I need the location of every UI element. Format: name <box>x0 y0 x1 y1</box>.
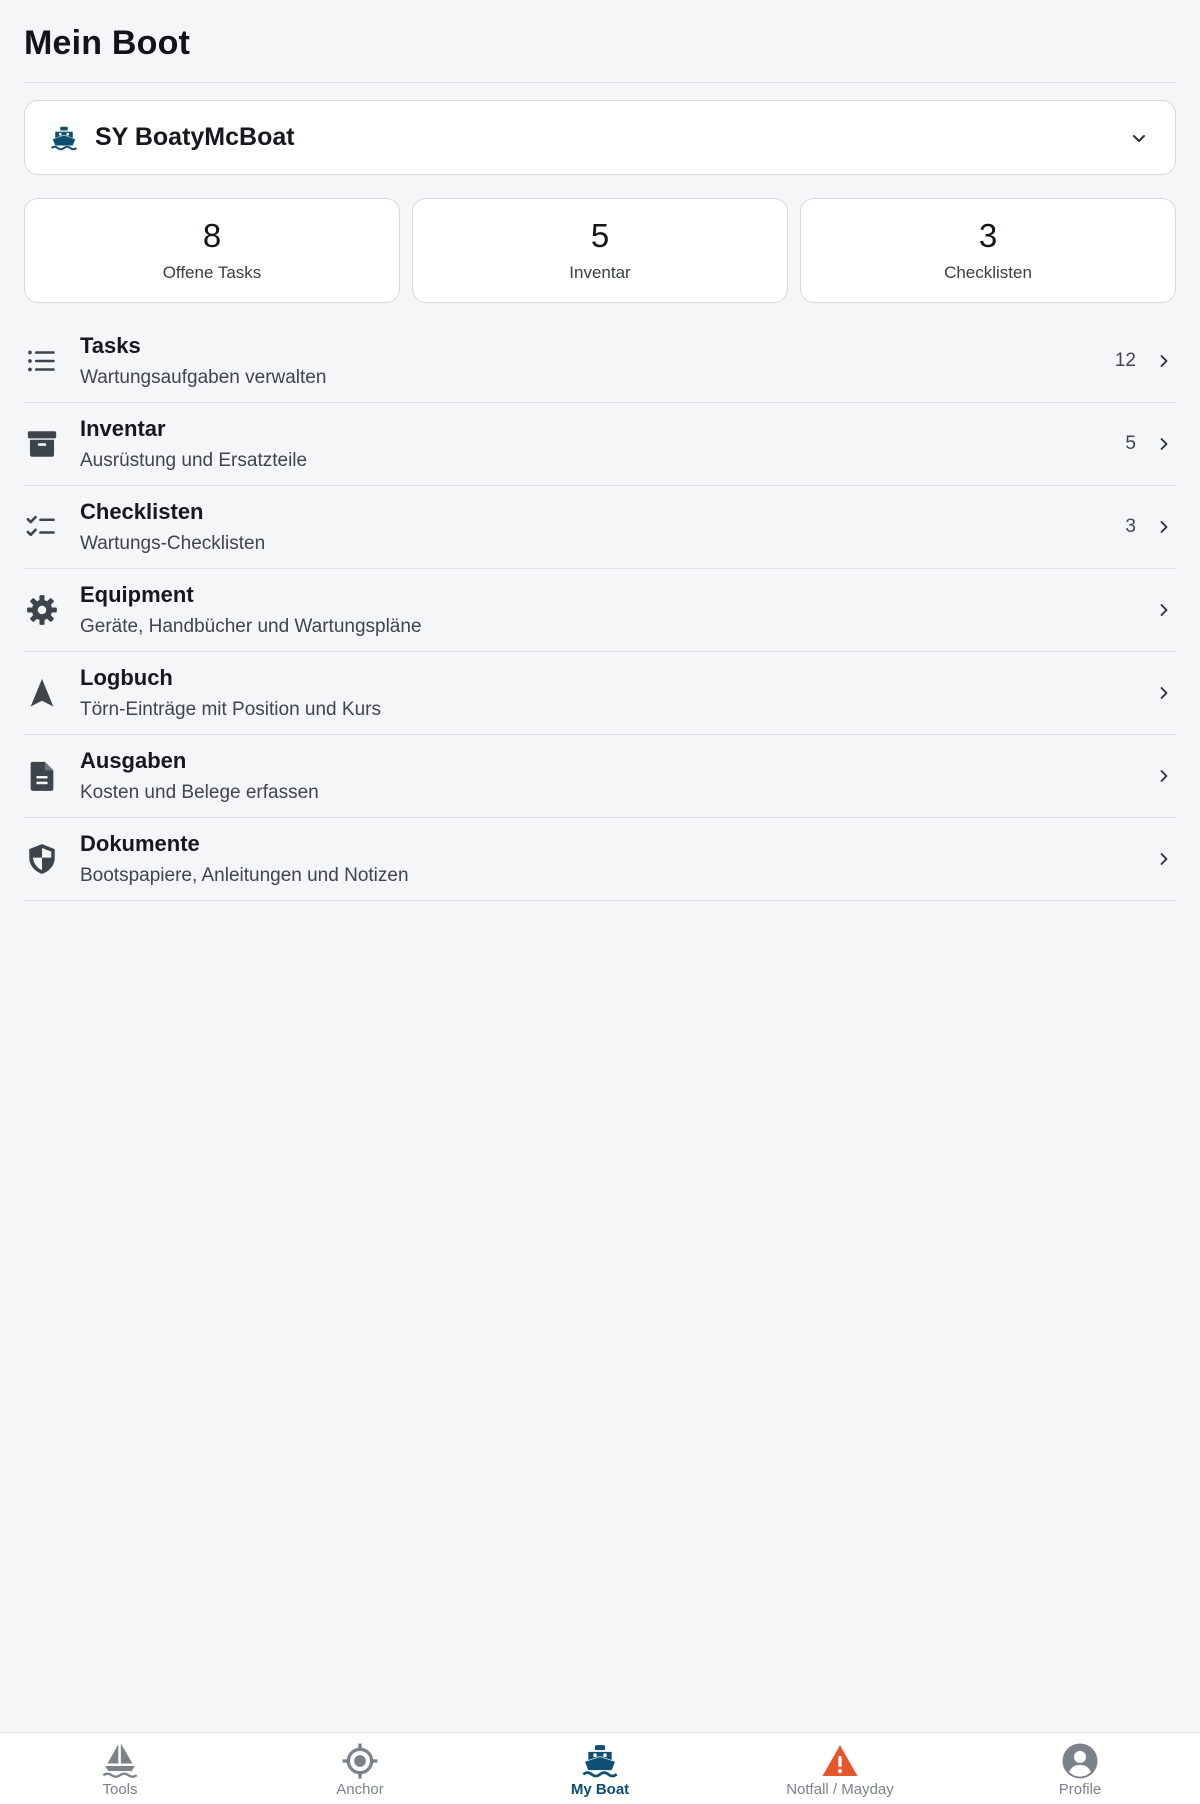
tab-mayday[interactable]: Notfall / Mayday <box>720 1733 960 1804</box>
boat-icon <box>580 1741 620 1781</box>
tab-label: Profile <box>1058 1781 1102 1798</box>
checklist-icon <box>24 509 60 545</box>
chevron-right-icon <box>1154 351 1174 371</box>
boat-icon <box>49 123 79 153</box>
boat-selector-value: SY BoatyMcBoat <box>95 123 295 151</box>
menu-item-title: Ausgaben <box>80 748 187 773</box>
stat-card-checklists[interactable]: 3 Checklisten <box>800 198 1176 303</box>
my-boat-screen: Mein Boot SY BoatyMcBoat 8 Offene Tasks … <box>0 0 1200 1804</box>
menu-item-subtitle: Törn-Einträge mit Position und Kurs <box>80 699 381 720</box>
menu-item-title: Dokumente <box>80 831 200 856</box>
menu-item-subtitle: Geräte, Handbücher und Wartungspläne <box>80 616 422 637</box>
stat-value: 5 <box>590 217 610 255</box>
menu-item-tasks[interactable]: Tasks Wartungsaufgaben verwalten 12 <box>24 320 1176 403</box>
menu-list: Tasks Wartungsaufgaben verwalten 12 Inve… <box>24 320 1176 901</box>
tab-my-boat[interactable]: My Boat <box>480 1733 720 1804</box>
shield-icon <box>24 841 60 877</box>
stat-label: Offene Tasks <box>162 262 262 282</box>
chevron-right-icon <box>1154 683 1174 703</box>
stat-card-open-tasks[interactable]: 8 Offene Tasks <box>24 198 400 303</box>
menu-item-subtitle: Ausrüstung und Ersatzteile <box>80 450 308 471</box>
stat-label: Checklisten <box>944 262 1032 282</box>
chevron-right-icon <box>1154 434 1174 454</box>
sailboat-icon <box>100 1741 140 1781</box>
warning-icon <box>820 1741 860 1781</box>
tab-label: Tools <box>102 1781 138 1798</box>
chevron-down-icon <box>1127 126 1151 150</box>
menu-item-subtitle: Wartungsaufgaben verwalten <box>80 367 327 388</box>
chevron-right-icon <box>1154 600 1174 620</box>
menu-item-title: Logbuch <box>80 665 173 690</box>
menu-item-subtitle: Kosten und Belege erfassen <box>80 782 319 803</box>
chevron-right-icon <box>1154 849 1174 869</box>
chevron-right-icon <box>1154 766 1174 786</box>
archive-box-icon <box>24 426 60 462</box>
profile-icon <box>1060 1741 1100 1781</box>
boat-selector[interactable]: SY BoatyMcBoat <box>24 100 1176 175</box>
bottom-tab-bar: Tools Anchor My Boat Notfall / Mayday Pr… <box>0 1732 1200 1804</box>
stat-value: 3 <box>978 217 998 255</box>
navigation-arrow-icon <box>24 675 60 711</box>
crosshair-icon <box>340 1741 380 1781</box>
tab-tools[interactable]: Tools <box>0 1733 240 1804</box>
menu-item-subtitle: Bootspapiere, Anleitungen und Notizen <box>80 865 409 886</box>
chevron-right-icon <box>1154 517 1174 537</box>
stat-label: Inventar <box>569 262 631 282</box>
gear-icon <box>24 592 60 628</box>
tab-label: Notfall / Mayday <box>786 1781 894 1798</box>
stats-row: 8 Offene Tasks 5 Inventar 3 Checklisten <box>24 198 1176 303</box>
menu-item-checklists[interactable]: Checklisten Wartungs-Checklisten 3 <box>24 486 1176 569</box>
tab-label: Anchor <box>336 1781 384 1798</box>
menu-item-count: 3 <box>1125 516 1136 537</box>
header: Mein Boot <box>24 0 1176 83</box>
stat-card-inventory[interactable]: 5 Inventar <box>412 198 788 303</box>
menu-item-title: Checklisten <box>80 499 204 524</box>
menu-item-title: Equipment <box>80 582 194 607</box>
menu-item-count: 5 <box>1125 433 1136 454</box>
document-icon <box>24 758 60 794</box>
menu-item-expenses[interactable]: Ausgaben Kosten und Belege erfassen <box>24 735 1176 818</box>
menu-item-subtitle: Wartungs-Checklisten <box>80 533 266 554</box>
menu-item-equipment[interactable]: Equipment Geräte, Handbücher und Wartung… <box>24 569 1176 652</box>
menu-item-title: Inventar <box>80 416 166 441</box>
menu-item-documents[interactable]: Dokumente Bootspapiere, Anleitungen und … <box>24 818 1176 901</box>
list-icon <box>24 343 60 379</box>
tab-profile[interactable]: Profile <box>960 1733 1200 1804</box>
menu-item-logbook[interactable]: Logbuch Törn-Einträge mit Position und K… <box>24 652 1176 735</box>
menu-item-title: Tasks <box>80 333 141 358</box>
tab-label: My Boat <box>570 1781 630 1798</box>
menu-item-count: 12 <box>1114 350 1136 371</box>
tab-anchor[interactable]: Anchor <box>240 1733 480 1804</box>
page-title: Mein Boot <box>24 24 191 62</box>
stat-value: 8 <box>202 217 222 255</box>
menu-item-inventory[interactable]: Inventar Ausrüstung und Ersatzteile 5 <box>24 403 1176 486</box>
